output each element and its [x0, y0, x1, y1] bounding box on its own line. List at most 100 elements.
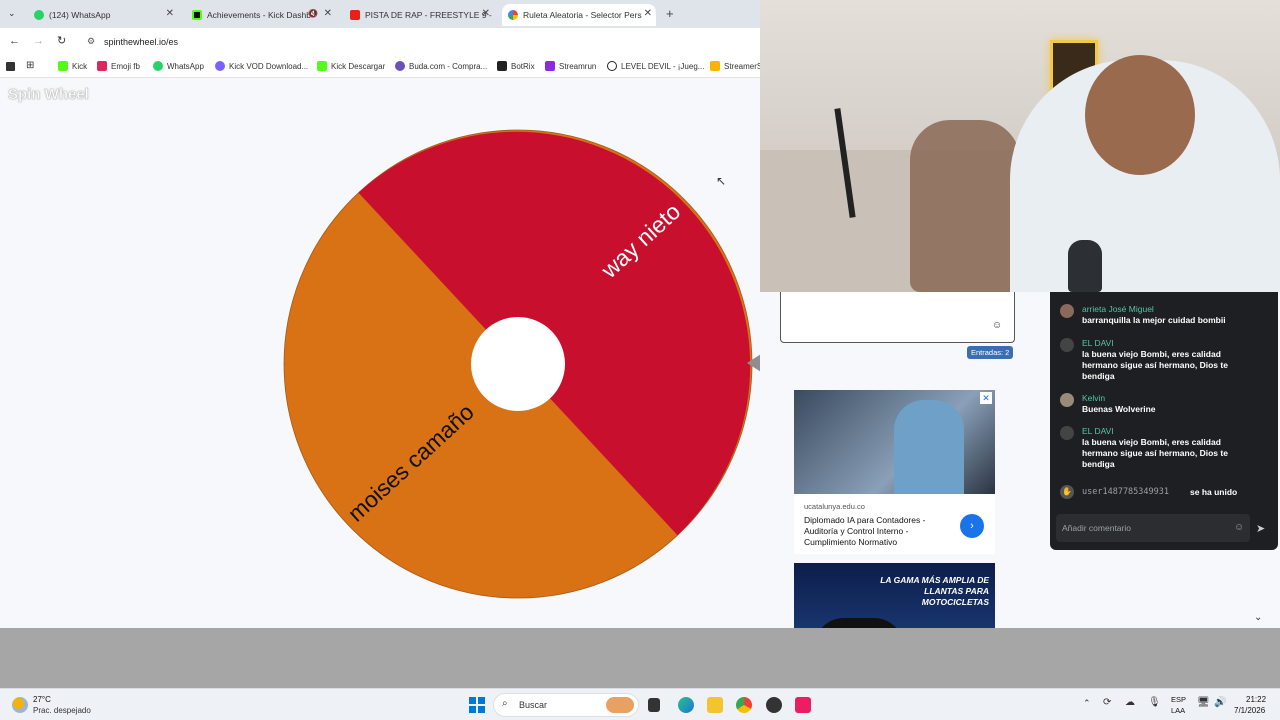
new-tab-button[interactable]: + [666, 6, 674, 21]
webcam-overlay [760, 0, 1280, 292]
start-button-icon[interactable] [469, 697, 485, 713]
reload-icon[interactable]: ↻ [57, 34, 66, 47]
bookmark-whatsapp[interactable]: WhatsApp [153, 61, 204, 71]
show-hidden-icons[interactable]: ⌃ [1083, 698, 1091, 709]
bookmark-kick[interactable]: Kick [58, 61, 87, 71]
bookmark-label: Buda.com - Compra... [409, 61, 488, 71]
kick-vod-icon [215, 61, 225, 71]
botrix-icon [497, 61, 507, 71]
task-view-icon[interactable] [648, 698, 660, 712]
taskbar-search[interactable]: ⌕ Buscar [493, 693, 639, 717]
search-icon: ⌕ [502, 698, 508, 709]
bookmark-label: StreamerS [724, 61, 760, 71]
person-seated [910, 120, 1020, 292]
tab-pista-de-rap[interactable]: PISTA DE RAP - FREESTYLE 9 - ✕ [344, 4, 494, 26]
kick-favicon-icon [192, 10, 202, 20]
weather-temp[interactable]: 27°C [33, 695, 51, 704]
search-highlight-icon [606, 697, 634, 713]
clock-time[interactable]: 21:22 [1246, 695, 1266, 704]
weather-condition[interactable]: Prac. despejado [33, 706, 91, 715]
file-explorer-icon[interactable] [707, 697, 723, 713]
forward-arrow-icon[interactable]: → [33, 35, 44, 47]
tire-ad-text: LA GAMA MÁS AMPLIA DE LLANTAS PARA MOTOC… [880, 575, 989, 607]
apps-square-icon[interactable] [6, 62, 15, 71]
avatar [1060, 393, 1074, 407]
chat-username[interactable]: EL DAVI [1082, 426, 1114, 436]
bookmark-level-devil[interactable]: LEVEL DEVIL - ¡Jueg... [607, 61, 704, 71]
youtube-favicon-icon [350, 10, 360, 20]
wheel-center-hub[interactable] [471, 317, 565, 411]
ad-domain[interactable]: ucatalunya.edu.co [804, 502, 865, 511]
ad-card[interactable]: ✕ ucatalunya.edu.co Diplomado IA para Co… [794, 390, 995, 554]
ad-arrow-button[interactable]: › [960, 514, 984, 538]
bookmark-kick-vod[interactable]: Kick VOD Download... [215, 61, 308, 71]
bookmark-label: Emoji fb [111, 61, 140, 71]
bookmark-botrix[interactable]: BotRix [497, 61, 535, 71]
microphone [1068, 240, 1102, 292]
bookmark-label: Kick Descargar [331, 61, 386, 71]
tab-list-dropdown[interactable]: ⌄ [8, 8, 16, 19]
chat-input-box[interactable]: Añadir comentario ☺ [1056, 514, 1250, 542]
bookmarks-bar: ⊞ Kick Emoji fb WhatsApp Kick VOD Downlo… [0, 56, 760, 78]
muted-speaker-icon[interactable]: 🔇 [308, 9, 318, 18]
spin-wheel-logo[interactable]: Spin Wheel [8, 86, 89, 104]
bookmark-kick-descargar[interactable]: Kick Descargar [317, 61, 385, 71]
chat-scroll-down-icon[interactable]: ⌄ [1254, 612, 1262, 623]
emoji-fb-icon [97, 61, 107, 71]
whatsapp-icon [153, 61, 163, 71]
weather-icon[interactable] [12, 697, 28, 713]
ad-close-icon[interactable]: ✕ [980, 392, 992, 404]
edge-icon[interactable] [678, 697, 694, 713]
tab-label: PISTA DE RAP - FREESTYLE 9 - [365, 10, 492, 20]
bookmark-streamrun[interactable]: Streamrun [545, 61, 596, 71]
obs-icon[interactable] [766, 697, 782, 713]
entries-badge: Entradas: 2 [967, 346, 1014, 359]
spin-wheel-page: Spin Wheel way nieto moises camaño ↖ [0, 78, 772, 628]
bookmark-emoji-fb[interactable]: Emoji fb [97, 61, 140, 71]
bookmark-streamers[interactable]: StreamerS [710, 61, 760, 71]
cloud-icon[interactable]: ☁ [1125, 697, 1135, 708]
search-label: Buscar [519, 700, 548, 710]
tab-close-icon[interactable]: ✕ [482, 8, 490, 19]
chat-username[interactable]: EL DAVI [1082, 338, 1114, 348]
chrome-icon[interactable] [736, 697, 752, 713]
tab-close-icon[interactable]: ✕ [644, 8, 652, 19]
buda-icon [395, 61, 405, 71]
apps-grid-icon[interactable]: ⊞ [26, 60, 34, 71]
wheel[interactable]: way nieto moises camaño [280, 126, 756, 602]
keyboard-layout[interactable]: LAA [1171, 706, 1185, 715]
emoji-icon[interactable]: ☺ [1234, 522, 1244, 533]
tab-close-icon[interactable]: ✕ [324, 8, 332, 19]
tiktok-icon[interactable] [795, 697, 811, 713]
site-info-icon[interactable]: ⚙ [87, 36, 95, 47]
bookmark-buda[interactable]: Buda.com - Compra... [395, 61, 487, 71]
volume-icon[interactable]: 🔊 [1214, 697, 1226, 708]
network-icon[interactable]: 🖥 [1197, 697, 1210, 708]
send-icon[interactable]: ➤ [1256, 522, 1265, 535]
join-username[interactable]: user1487785349931 [1082, 487, 1169, 497]
stream-chat-panel: arrieta José Miguel barranquilla la mejo… [1050, 292, 1278, 550]
avatar [1060, 338, 1074, 352]
ad-title[interactable]: Diplomado IA para Contadores - Auditoría… [804, 515, 944, 548]
emoji-picker-icon[interactable]: ☺ [992, 320, 1002, 331]
tab-whatsapp[interactable]: (124) WhatsApp ✕ [28, 4, 178, 26]
back-arrow-icon[interactable]: ← [9, 35, 20, 47]
sync-icon[interactable]: ⟳ [1103, 697, 1111, 708]
kick-icon [58, 61, 68, 71]
bookmark-label: WhatsApp [167, 61, 204, 71]
chat-username[interactable]: arrieta José Miguel [1082, 304, 1154, 314]
avatar [1060, 304, 1074, 318]
language-code[interactable]: ESP [1171, 695, 1186, 704]
address-bar[interactable]: spinthewheel.io/es [104, 37, 178, 47]
clock-date[interactable]: 7/1/2026 [1234, 706, 1265, 715]
whatsapp-favicon-icon [34, 10, 44, 20]
chat-username[interactable]: Kelvin [1082, 393, 1105, 403]
tab-close-icon[interactable]: ✕ [166, 8, 174, 19]
bookmark-label: LEVEL DEVIL - ¡Jueg... [621, 61, 705, 71]
browser-toolbar: ← → ↻ ⚙ spinthewheel.io/es [0, 28, 760, 56]
bookmark-label: BotRix [511, 61, 535, 71]
entries-textarea[interactable] [780, 292, 1015, 343]
microphone-icon[interactable]: 🎙 [1148, 697, 1161, 708]
tab-ruleta-aleatoria[interactable]: Ruleta Aleatoria - Selector Pers ✕ [502, 4, 656, 26]
tab-kick-dashboard[interactable]: Achievements - Kick Dashb 🔇 ✕ [186, 4, 336, 26]
